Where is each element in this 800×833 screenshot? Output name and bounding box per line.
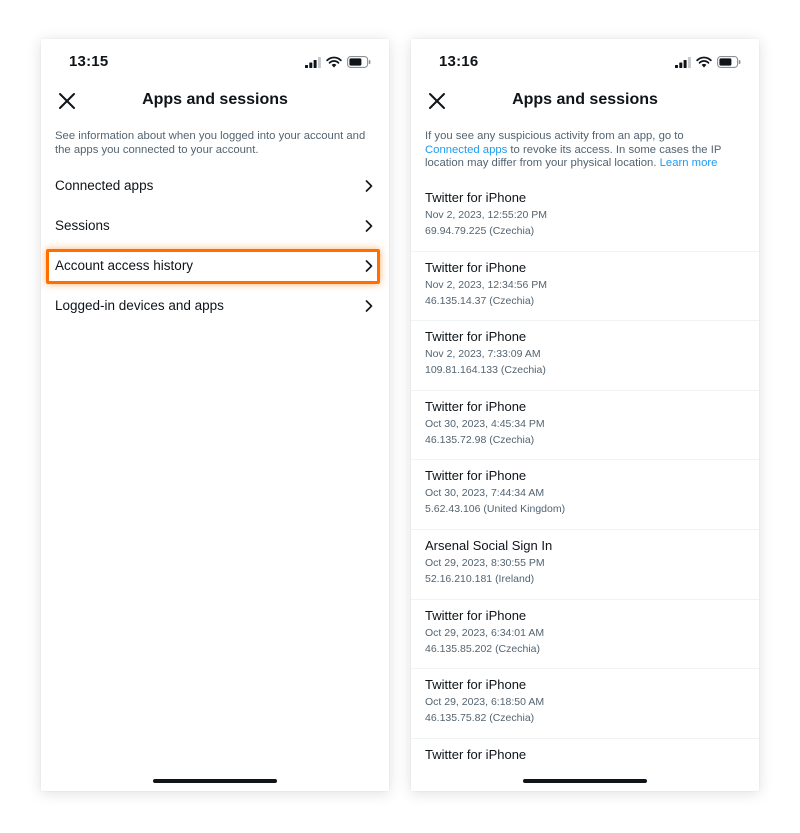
history-item[interactable]: Twitter for iPhone Oct 30, 2023, 4:45:34 … bbox=[411, 391, 759, 461]
history-app-name: Twitter for iPhone bbox=[425, 190, 527, 205]
history-timestamp: Oct 30, 2023, 4:45:34 PM bbox=[425, 417, 545, 430]
history-app-name: Twitter for iPhone bbox=[425, 746, 527, 762]
home-indicator bbox=[153, 779, 277, 783]
history-item[interactable]: Twitter for iPhone bbox=[411, 739, 759, 791]
status-icons bbox=[305, 56, 371, 68]
chevron-right-icon bbox=[365, 180, 373, 192]
phone-screen-account-access-history: 13:16 Apps and sessions If you see any s… bbox=[411, 39, 759, 791]
status-bar: 13:15 bbox=[41, 53, 389, 73]
history-timestamp: Oct 29, 2023, 6:18:50 AM bbox=[425, 696, 545, 709]
nav-header: Apps and sessions bbox=[41, 89, 389, 115]
menu-item-label: Connected apps bbox=[55, 178, 154, 193]
status-icons bbox=[675, 56, 741, 68]
history-ip-location: 52.16.210.181 (Ireland) bbox=[425, 572, 535, 585]
history-timestamp: Oct 29, 2023, 6:34:01 AM bbox=[425, 626, 545, 639]
history-ip-location: 109.81.164.133 (Czechia) bbox=[425, 364, 546, 377]
history-app-name: Twitter for iPhone bbox=[425, 259, 527, 275]
history-timestamp: Nov 2, 2023, 12:34:56 PM bbox=[425, 278, 547, 291]
battery-icon bbox=[717, 56, 741, 68]
history-app-name: Twitter for iPhone bbox=[425, 468, 527, 484]
status-time: 13:15 bbox=[69, 53, 109, 70]
history-item[interactable]: Twitter for iPhone Nov 2, 2023, 12:55:20 … bbox=[411, 182, 759, 252]
history-item[interactable]: Twitter for iPhone Oct 29, 2023, 6:34:01 … bbox=[411, 600, 759, 670]
menu-item-label: Sessions bbox=[55, 218, 110, 233]
battery-icon bbox=[347, 56, 371, 68]
history-app-name: Twitter for iPhone bbox=[425, 677, 527, 693]
history-app-name: Twitter for iPhone bbox=[425, 329, 527, 345]
history-item[interactable]: Arsenal Social Sign In Oct 29, 2023, 8:30… bbox=[411, 530, 759, 600]
history-ip-location: 46.135.14.37 (Czechia) bbox=[425, 294, 535, 307]
suspicious-activity-notice: If you see any suspicious activity from … bbox=[425, 130, 737, 171]
learn-more-link[interactable]: Learn more bbox=[660, 157, 718, 169]
chevron-right-icon bbox=[365, 300, 373, 312]
page-title: Apps and sessions bbox=[142, 91, 288, 108]
status-bar: 13:16 bbox=[411, 53, 759, 73]
history-ip-location: 5.62.43.106 (United Kingdom) bbox=[425, 503, 566, 516]
history-app-name: Arsenal Social Sign In bbox=[425, 537, 553, 553]
access-history-list: Twitter for iPhone Nov 2, 2023, 12:55:20 … bbox=[411, 182, 759, 791]
history-item[interactable]: Twitter for iPhone Nov 2, 2023, 12:34:56 … bbox=[411, 252, 759, 322]
history-item[interactable]: Twitter for iPhone Oct 30, 2023, 7:44:34 … bbox=[411, 460, 759, 530]
chevron-right-icon bbox=[365, 220, 373, 232]
history-timestamp: Oct 29, 2023, 8:30:55 PM bbox=[425, 556, 545, 569]
history-timestamp: Nov 2, 2023, 7:33:09 AM bbox=[425, 348, 541, 361]
nav-header: Apps and sessions bbox=[411, 89, 759, 115]
history-ip-location: 46.135.75.82 (Czechia) bbox=[425, 712, 535, 725]
history-timestamp: Nov 2, 2023, 12:55:20 PM bbox=[425, 209, 547, 221]
history-timestamp: Oct 30, 2023, 7:44:34 AM bbox=[425, 487, 545, 500]
menu-item-account-access-history[interactable]: Account access history bbox=[41, 246, 389, 286]
notice-text: If you see any suspicious activity from … bbox=[425, 130, 684, 142]
status-time: 13:16 bbox=[439, 53, 479, 70]
history-item[interactable]: Twitter for iPhone Oct 29, 2023, 6:18:50 … bbox=[411, 669, 759, 739]
history-item[interactable]: Twitter for iPhone Nov 2, 2023, 7:33:09 A… bbox=[411, 321, 759, 391]
menu-item-label: Logged-in devices and apps bbox=[55, 298, 224, 313]
history-app-name: Twitter for iPhone bbox=[425, 607, 527, 623]
menu-item-connected-apps[interactable]: Connected apps bbox=[41, 166, 389, 206]
wifi-icon bbox=[696, 56, 712, 68]
settings-menu: Connected apps Sessions Account access h… bbox=[41, 166, 389, 326]
history-ip-location: 69.94.79.225 (Czechia) bbox=[425, 225, 535, 237]
home-indicator bbox=[523, 779, 647, 783]
page-title: Apps and sessions bbox=[512, 91, 658, 108]
wifi-icon bbox=[326, 56, 342, 68]
history-ip-location: 46.135.85.202 (Czechia) bbox=[425, 642, 540, 655]
highlight-outline bbox=[46, 249, 380, 284]
connected-apps-link[interactable]: Connected apps bbox=[425, 144, 507, 156]
signal-icon bbox=[675, 56, 691, 68]
page-description: See information about when you logged in… bbox=[55, 130, 366, 156]
menu-item-sessions[interactable]: Sessions bbox=[41, 206, 389, 246]
signal-icon bbox=[305, 56, 321, 68]
history-ip-location: 46.135.72.98 (Czechia) bbox=[425, 433, 535, 446]
history-app-name: Twitter for iPhone bbox=[425, 398, 527, 414]
phone-screen-apps-and-sessions: 13:15 Apps and sessions See information … bbox=[41, 39, 389, 791]
menu-item-logged-in-devices[interactable]: Logged-in devices and apps bbox=[41, 286, 389, 326]
